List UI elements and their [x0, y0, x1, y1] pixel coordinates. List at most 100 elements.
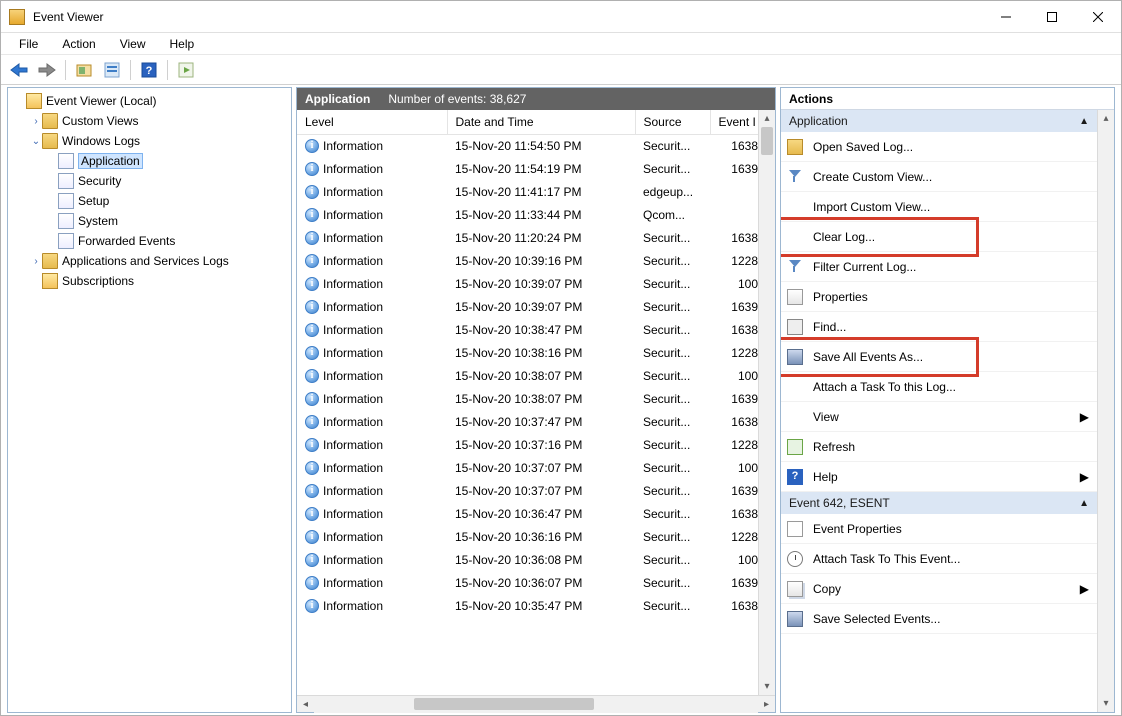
action-properties[interactable]: Properties — [781, 282, 1097, 312]
event-row[interactable]: iInformation15-Nov-20 10:39:16 PMSecurit… — [297, 249, 758, 272]
action-attach-task-log[interactable]: Attach a Task To this Log... — [781, 372, 1097, 402]
event-row[interactable]: iInformation15-Nov-20 11:41:17 PMedgeup.… — [297, 180, 758, 203]
refresh-icon — [787, 439, 803, 455]
col-date[interactable]: Date and Time — [447, 110, 635, 134]
scroll-down-button[interactable]: ▾ — [1098, 695, 1114, 712]
event-row[interactable]: iInformation15-Nov-20 10:38:16 PMSecurit… — [297, 341, 758, 364]
action-refresh[interactable]: Refresh — [781, 432, 1097, 462]
list-horizontal-scrollbar[interactable]: ◂ ▸ — [297, 695, 775, 712]
scroll-track-h[interactable] — [314, 696, 758, 713]
tree-forwarded[interactable]: · Forwarded Events — [44, 231, 289, 251]
action-filter-current-log[interactable]: Filter Current Log... — [781, 252, 1097, 282]
scroll-thumb[interactable] — [761, 127, 773, 155]
event-row[interactable]: iInformation15-Nov-20 10:38:07 PMSecurit… — [297, 364, 758, 387]
action-copy[interactable]: Copy ▶ — [781, 574, 1097, 604]
maximize-button[interactable] — [1029, 2, 1075, 32]
toolbar-help-button[interactable]: ? — [137, 59, 161, 81]
tree-apps-services[interactable]: › Applications and Services Logs — [28, 251, 289, 271]
tree-subscriptions[interactable]: · Subscriptions — [28, 271, 289, 291]
back-button[interactable] — [7, 59, 31, 81]
list-vertical-scrollbar[interactable]: ▴ ▾ — [758, 110, 775, 695]
scroll-down-button[interactable]: ▾ — [759, 678, 775, 695]
action-find[interactable]: Find... — [781, 312, 1097, 342]
tree-pane[interactable]: ▸ Event Viewer (Local) › Custom Views — [7, 87, 292, 713]
tree-security[interactable]: · Security — [44, 171, 289, 191]
col-source[interactable]: Source — [635, 110, 710, 134]
event-row[interactable]: iInformation15-Nov-20 10:36:47 PMSecurit… — [297, 502, 758, 525]
event-row[interactable]: iInformation15-Nov-20 10:39:07 PMSecurit… — [297, 272, 758, 295]
action-save-selected-events[interactable]: Save Selected Events... — [781, 604, 1097, 634]
col-eventid[interactable]: Event I — [710, 110, 758, 134]
toolbar-preview-button[interactable] — [174, 59, 198, 81]
tree-root[interactable]: ▸ Event Viewer (Local) — [12, 91, 289, 111]
scroll-track[interactable] — [1098, 127, 1114, 695]
tree-windows-logs[interactable]: ⌄ Windows Logs — [28, 131, 289, 151]
menu-help[interactable]: Help — [162, 35, 203, 53]
actions-section-event[interactable]: Event 642, ESENT ▲ — [781, 492, 1097, 514]
cell-eventid: 1638 — [710, 594, 758, 617]
menu-file[interactable]: File — [11, 35, 46, 53]
tree-system[interactable]: · System — [44, 211, 289, 231]
scroll-up-button[interactable]: ▴ — [759, 110, 775, 127]
toolbar-scope-button[interactable] — [72, 59, 96, 81]
title-bar: Event Viewer — [1, 1, 1121, 33]
col-level[interactable]: Level — [297, 110, 447, 134]
cell-source: Securit... — [635, 226, 710, 249]
event-row[interactable]: iInformation15-Nov-20 10:37:07 PMSecurit… — [297, 456, 758, 479]
event-row[interactable]: iInformation15-Nov-20 10:37:16 PMSecurit… — [297, 433, 758, 456]
cell-eventid: 1228 — [710, 341, 758, 364]
action-clear-log[interactable]: Clear Log... — [781, 222, 1097, 252]
event-row[interactable]: iInformation15-Nov-20 10:38:07 PMSecurit… — [297, 387, 758, 410]
event-row[interactable]: iInformation15-Nov-20 10:35:47 PMSecurit… — [297, 594, 758, 617]
menu-view[interactable]: View — [112, 35, 154, 53]
event-row[interactable]: iInformation15-Nov-20 11:20:24 PMSecurit… — [297, 226, 758, 249]
column-headers[interactable]: Level Date and Time Source Event I — [297, 110, 758, 134]
tree-setup[interactable]: · Setup — [44, 191, 289, 211]
cell-source: Securit... — [635, 387, 710, 410]
actions-title: Actions — [781, 88, 1114, 110]
scroll-up-button[interactable]: ▴ — [1098, 110, 1114, 127]
event-row[interactable]: iInformation15-Nov-20 11:33:44 PMQcom... — [297, 203, 758, 226]
forward-button[interactable] — [35, 59, 59, 81]
information-icon: i — [305, 553, 319, 567]
tree-custom-views[interactable]: › Custom Views — [28, 111, 289, 131]
scroll-right-button[interactable]: ▸ — [758, 696, 775, 713]
level-label: Information — [323, 208, 383, 222]
event-row[interactable]: iInformation15-Nov-20 10:38:47 PMSecurit… — [297, 318, 758, 341]
action-attach-task-event[interactable]: Attach Task To This Event... — [781, 544, 1097, 574]
actions-vertical-scrollbar[interactable]: ▴ ▾ — [1097, 110, 1114, 712]
scroll-track[interactable] — [759, 127, 775, 678]
scroll-thumb-h[interactable] — [414, 698, 594, 710]
event-row[interactable]: iInformation15-Nov-20 10:36:07 PMSecurit… — [297, 571, 758, 594]
event-listview[interactable]: Level Date and Time Source Event I iInfo… — [297, 110, 758, 695]
event-row[interactable]: iInformation15-Nov-20 10:37:07 PMSecurit… — [297, 479, 758, 502]
submenu-arrow-icon: ▶ — [1080, 470, 1089, 484]
event-list-pane: Application Number of events: 38,627 Lev… — [296, 87, 776, 713]
event-row[interactable]: iInformation15-Nov-20 10:36:08 PMSecurit… — [297, 548, 758, 571]
action-view[interactable]: View ▶ — [781, 402, 1097, 432]
minimize-button[interactable] — [983, 2, 1029, 32]
cell-eventid: 1638 — [710, 502, 758, 525]
action-event-properties[interactable]: Event Properties — [781, 514, 1097, 544]
submenu-arrow-icon: ▶ — [1080, 410, 1089, 424]
action-open-saved-log[interactable]: Open Saved Log... — [781, 132, 1097, 162]
cell-eventid: 1639 — [710, 387, 758, 410]
tree-application[interactable]: · Application — [44, 151, 289, 171]
action-import-custom-view[interactable]: Import Custom View... — [781, 192, 1097, 222]
event-row[interactable]: iInformation15-Nov-20 11:54:19 PMSecurit… — [297, 157, 758, 180]
event-row[interactable]: iInformation15-Nov-20 10:39:07 PMSecurit… — [297, 295, 758, 318]
action-help[interactable]: ? Help ▶ — [781, 462, 1097, 492]
cell-date: 15-Nov-20 11:54:19 PM — [447, 157, 635, 180]
folder-icon — [42, 133, 58, 149]
event-row[interactable]: iInformation15-Nov-20 10:37:47 PMSecurit… — [297, 410, 758, 433]
event-row[interactable]: iInformation15-Nov-20 10:36:16 PMSecurit… — [297, 525, 758, 548]
scroll-left-button[interactable]: ◂ — [297, 696, 314, 713]
event-row[interactable]: iInformation15-Nov-20 11:54:50 PMSecurit… — [297, 134, 758, 157]
actions-section-application[interactable]: Application ▲ — [781, 110, 1097, 132]
action-save-all-events-as[interactable]: Save All Events As... — [781, 342, 1097, 372]
menu-action[interactable]: Action — [54, 35, 103, 53]
toolbar-details-button[interactable] — [100, 59, 124, 81]
action-create-custom-view[interactable]: Create Custom View... — [781, 162, 1097, 192]
close-button[interactable] — [1075, 2, 1121, 32]
cell-eventid: 100 — [710, 548, 758, 571]
